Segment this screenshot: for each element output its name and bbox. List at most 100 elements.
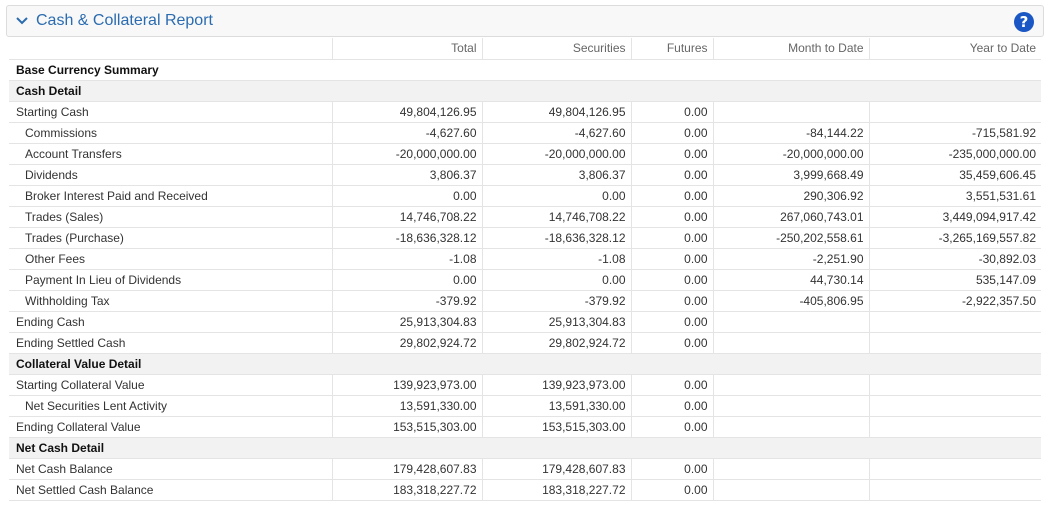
row-label: Net Cash Balance — [9, 458, 332, 480]
table-row: Net Settled Cash Balance 183,318,227.72 18… — [9, 479, 1041, 501]
cell-futures: 0.00 — [630, 479, 713, 501]
cell-securities: 13,591,330.00 — [481, 395, 631, 417]
column-header-total: Total — [331, 38, 482, 60]
report-header[interactable]: Cash & Collateral Report ? — [6, 5, 1044, 37]
cell-mtd: -250,202,558.61 — [712, 227, 869, 249]
table-row: Net Cash Balance 179,428,607.83 179,428,60… — [9, 458, 1041, 480]
cell-futures: 0.00 — [630, 185, 713, 207]
row-label: Ending Collateral Value — [9, 416, 332, 438]
cell-total: 3,806.37 — [331, 164, 482, 186]
cell-ytd — [868, 374, 1041, 396]
table-row: Starting Collateral Value 139,923,973.00 1… — [9, 374, 1041, 396]
cell-mtd — [712, 332, 869, 354]
column-header-year-to-date: Year to Date — [868, 38, 1041, 60]
row-label: Broker Interest Paid and Received — [9, 185, 332, 207]
cell-securities: 29,802,924.72 — [481, 332, 631, 354]
cell-total: -20,000,000.00 — [331, 143, 482, 165]
section-title: Cash Detail — [9, 80, 1041, 102]
section-header-row: Cash Detail — [9, 80, 1041, 102]
section-header-row: Net Cash Detail — [9, 437, 1041, 459]
table-row: Broker Interest Paid and Received 0.00 0.0… — [9, 185, 1041, 207]
cell-ytd: 3,449,094,917.42 — [868, 206, 1041, 228]
cell-mtd — [712, 374, 869, 396]
table-row: Payment In Lieu of Dividends 0.00 0.00 0.00… — [9, 269, 1041, 291]
cell-futures: 0.00 — [630, 227, 713, 249]
section-title: Collateral Value Detail — [9, 353, 1041, 375]
row-label: Trades (Sales) — [9, 206, 332, 228]
column-header-month-to-date: Month to Date — [712, 38, 869, 60]
cell-securities: 0.00 — [481, 185, 631, 207]
cell-ytd — [868, 479, 1041, 501]
cell-ytd: -3,265,169,557.82 — [868, 227, 1041, 249]
row-label: Starting Collateral Value — [9, 374, 332, 396]
cell-mtd: 44,730.14 — [712, 269, 869, 291]
section-title: Net Cash Detail — [9, 437, 1041, 459]
table-row: Net Securities Lent Activity 13,591,330.0… — [9, 395, 1041, 417]
cell-total: -4,627.60 — [331, 122, 482, 144]
row-label: Net Settled Cash Balance — [9, 479, 332, 501]
cell-securities: 183,318,227.72 — [481, 479, 631, 501]
row-label: Ending Cash — [9, 311, 332, 333]
row-label: Payment In Lieu of Dividends — [9, 269, 332, 291]
cell-total: 14,746,708.22 — [331, 206, 482, 228]
table-row: Ending Cash 25,913,304.83 25,913,304.83 0.0… — [9, 311, 1041, 333]
cell-securities: -379.92 — [481, 290, 631, 312]
cell-securities: 14,746,708.22 — [481, 206, 631, 228]
report-table: Total Securities Futures Month to Date Y… — [9, 38, 1041, 501]
cell-total: 29,802,924.72 — [331, 332, 482, 354]
cell-futures: 0.00 — [630, 374, 713, 396]
cell-futures: 0.00 — [630, 458, 713, 480]
cell-ytd: -715,581.92 — [868, 122, 1041, 144]
cell-ytd — [868, 101, 1041, 123]
cell-ytd: 535,147.09 — [868, 269, 1041, 291]
cell-futures: 0.00 — [630, 311, 713, 333]
table-row: Account Transfers -20,000,000.00 -20,000,0… — [9, 143, 1041, 165]
cell-securities: -20,000,000.00 — [481, 143, 631, 165]
row-label: Net Securities Lent Activity — [9, 395, 332, 417]
help-icon[interactable]: ? — [1014, 12, 1034, 32]
cell-ytd — [868, 395, 1041, 417]
cell-securities: 139,923,973.00 — [481, 374, 631, 396]
cell-mtd: -405,806.95 — [712, 290, 869, 312]
summary-title-row: Base Currency Summary — [9, 59, 1041, 81]
row-label: Starting Cash — [9, 101, 332, 123]
cell-mtd: -84,144.22 — [712, 122, 869, 144]
cell-futures: 0.00 — [630, 332, 713, 354]
cell-mtd — [712, 311, 869, 333]
cell-futures: 0.00 — [630, 248, 713, 270]
cell-futures: 0.00 — [630, 206, 713, 228]
cell-mtd: -2,251.90 — [712, 248, 869, 270]
cell-futures: 0.00 — [630, 395, 713, 417]
cell-securities: -1.08 — [481, 248, 631, 270]
cell-total: -379.92 — [331, 290, 482, 312]
column-header-futures: Futures — [630, 38, 713, 60]
cell-ytd: -30,892.03 — [868, 248, 1041, 270]
cell-total: 183,318,227.72 — [331, 479, 482, 501]
cell-futures: 0.00 — [630, 416, 713, 438]
cell-total: -18,636,328.12 — [331, 227, 482, 249]
cell-total: 179,428,607.83 — [331, 458, 482, 480]
table-row: Ending Settled Cash 29,802,924.72 29,802,9… — [9, 332, 1041, 354]
cell-ytd: 35,459,606.45 — [868, 164, 1041, 186]
row-label: Other Fees — [9, 248, 332, 270]
cell-futures: 0.00 — [630, 101, 713, 123]
table-row: Commissions -4,627.60 -4,627.60 0.00 -84,144… — [9, 122, 1041, 144]
cell-total: 13,591,330.00 — [331, 395, 482, 417]
cell-mtd — [712, 101, 869, 123]
row-label: Ending Settled Cash — [9, 332, 332, 354]
chevron-down-icon[interactable] — [16, 14, 30, 28]
cell-futures: 0.00 — [630, 143, 713, 165]
summary-title: Base Currency Summary — [9, 59, 1041, 81]
report-title[interactable]: Cash & Collateral Report — [36, 12, 213, 30]
cell-total: 0.00 — [331, 185, 482, 207]
cell-mtd — [712, 395, 869, 417]
row-label: Commissions — [9, 122, 332, 144]
column-header-securities: Securities — [481, 38, 631, 60]
section-header-row: Collateral Value Detail — [9, 353, 1041, 375]
cell-securities: -4,627.60 — [481, 122, 631, 144]
cell-securities: 0.00 — [481, 269, 631, 291]
cell-securities: 3,806.37 — [481, 164, 631, 186]
cell-futures: 0.00 — [630, 164, 713, 186]
cell-futures: 0.00 — [630, 122, 713, 144]
cell-ytd: -235,000,000.00 — [868, 143, 1041, 165]
